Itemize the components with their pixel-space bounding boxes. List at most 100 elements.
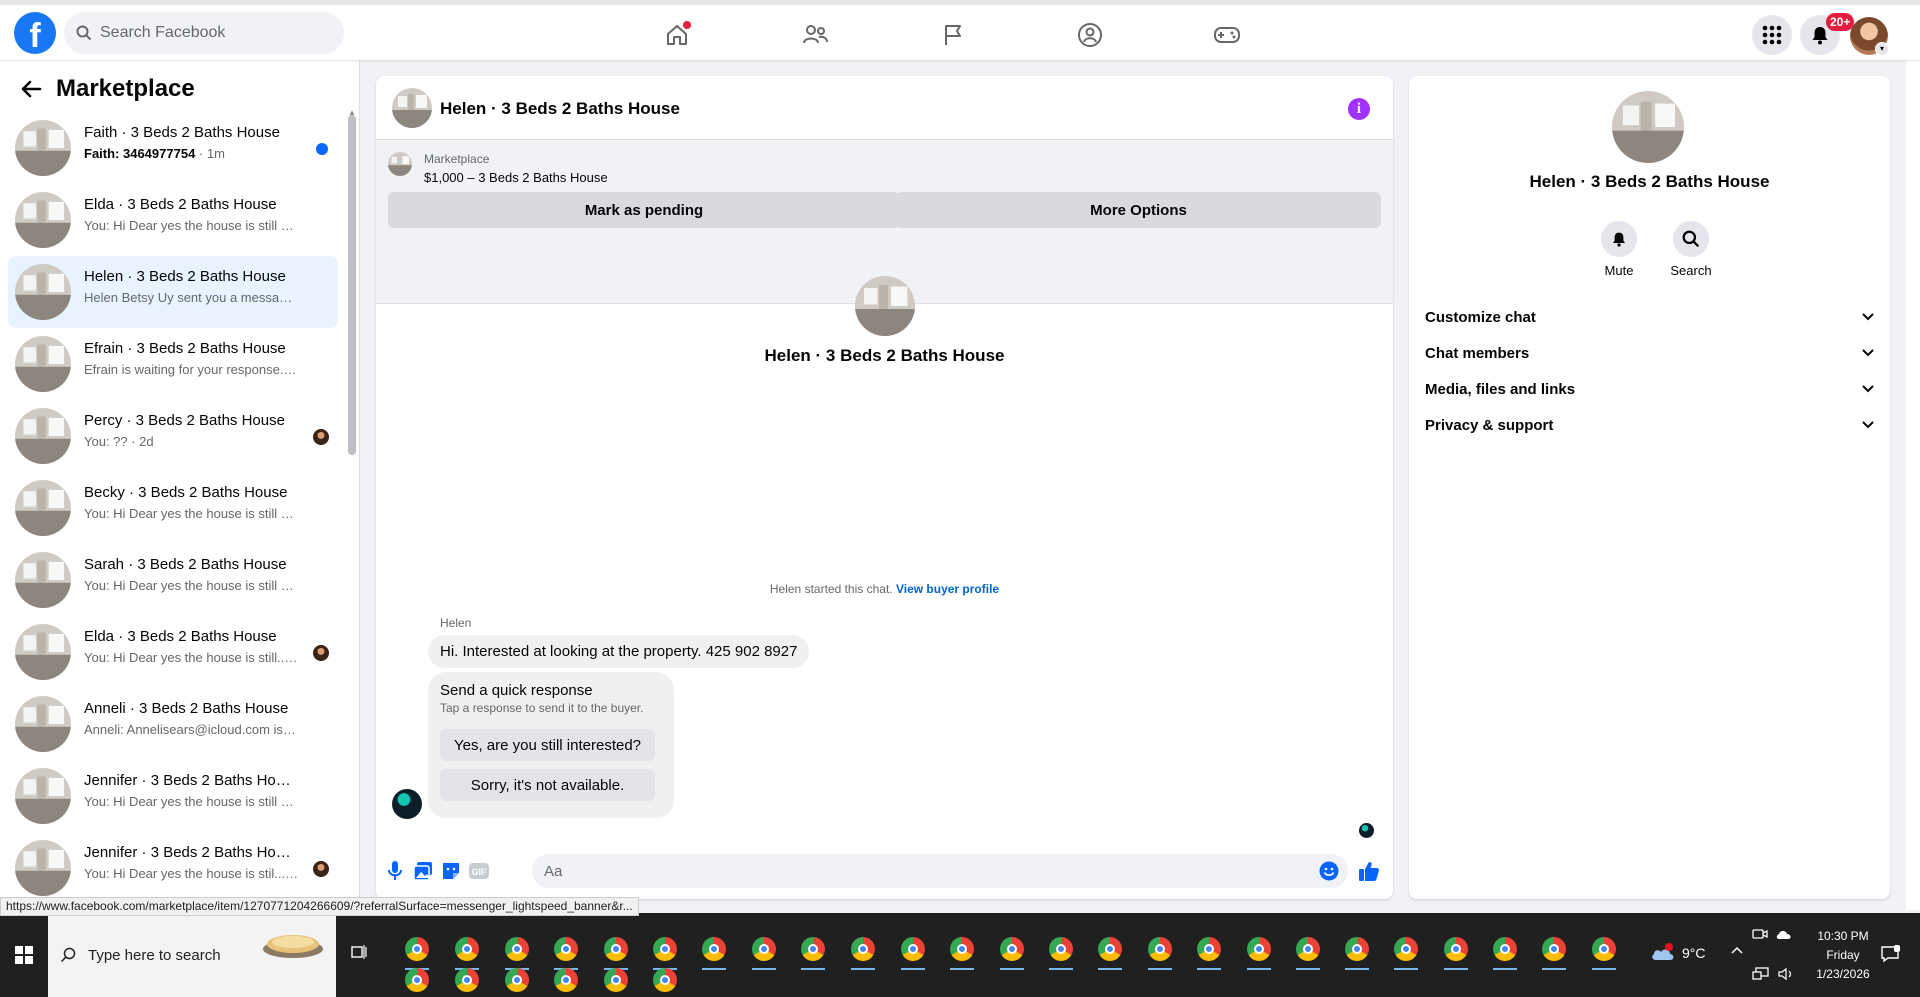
friends-tab[interactable] (785, 15, 845, 55)
customize-chat-section[interactable]: Customize chat (1425, 299, 1875, 335)
running-indicator (950, 968, 974, 970)
conversation-item[interactable]: Efrain · 3 Beds 2 Baths House Efrain is w… (8, 328, 338, 400)
task-view-icon[interactable] (350, 943, 368, 961)
conversation-item[interactable]: Sarah · 3 Beds 2 Baths House You: Hi Dear… (8, 544, 338, 616)
chrome-taskbar-icon[interactable] (505, 968, 529, 992)
chrome-taskbar-icon[interactable] (1542, 937, 1566, 961)
chrome-taskbar-icon[interactable] (1394, 937, 1418, 961)
conversation-item[interactable]: Elda · 3 Beds 2 Baths House You: Hi Dear … (8, 184, 338, 256)
quick-reply-still-interested[interactable]: Yes, are you still interested? (440, 729, 655, 761)
conversation-name: Percy · 3 Beds 2 Baths House (84, 412, 285, 429)
groups-tab[interactable] (1060, 15, 1120, 55)
chrome-taskbar-icon[interactable] (1098, 937, 1122, 961)
info-avatar[interactable] (1612, 91, 1684, 163)
network-icon[interactable] (1752, 967, 1770, 981)
chrome-taskbar-icon[interactable] (1296, 937, 1320, 961)
running-indicator (1247, 968, 1271, 970)
chrome-taskbar-icon[interactable] (455, 937, 479, 961)
chrome-taskbar-icon[interactable] (405, 968, 429, 992)
menu-button[interactable] (1752, 15, 1792, 55)
chrome-taskbar-icon[interactable] (1444, 937, 1468, 961)
page-scrollbar[interactable] (1906, 60, 1920, 910)
message-input[interactable] (532, 854, 1348, 888)
gif-icon[interactable]: GIF (468, 860, 490, 882)
chrome-taskbar-icon[interactable] (1493, 937, 1517, 961)
view-buyer-profile-link[interactable]: View buyer profile (896, 582, 999, 596)
clock-day: Friday (1826, 948, 1860, 962)
action-center-icon[interactable] (1880, 945, 1900, 963)
conversation-name: Efrain · 3 Beds 2 Baths House (84, 340, 286, 357)
chrome-taskbar-icon[interactable] (801, 937, 825, 961)
conversation-item[interactable]: Percy · 3 Beds 2 Baths House You: ?? · 2d (8, 400, 338, 472)
chrome-taskbar-icon[interactable] (455, 968, 479, 992)
conversation-thumbnail (15, 552, 71, 608)
chrome-taskbar-icon[interactable] (1592, 937, 1616, 961)
listing-thumbnail[interactable] (388, 152, 412, 176)
message-bubble[interactable]: Hi. Interested at looking at the propert… (428, 635, 810, 668)
chrome-taskbar-icon[interactable] (554, 937, 578, 961)
meet-now-icon[interactable] (1752, 927, 1768, 941)
chevron-down-icon[interactable]: ▾ (1875, 42, 1889, 56)
chrome-taskbar-icon[interactable] (1148, 937, 1172, 961)
chrome-taskbar-icon[interactable] (851, 937, 875, 961)
chrome-taskbar-icon[interactable] (604, 968, 628, 992)
facebook-logo[interactable]: f (14, 12, 56, 54)
conversation-item[interactable]: Elda · 3 Beds 2 Baths House You: Hi Dear … (8, 616, 338, 688)
facebook-search-input[interactable]: Search Facebook (64, 12, 344, 54)
conversation-item[interactable]: Helen · 3 Beds 2 Baths House Helen Betsy … (8, 256, 338, 328)
sticker-icon[interactable] (440, 860, 462, 882)
microphone-icon[interactable] (384, 860, 406, 882)
conversation-item[interactable]: Jennifer · 3 Beds 2 Baths House You: Hi D… (8, 760, 338, 832)
onedrive-icon[interactable] (1775, 927, 1793, 941)
chrome-taskbar-icon[interactable] (1049, 937, 1073, 961)
pages-tab[interactable] (923, 15, 983, 55)
chat-members-section[interactable]: Chat members (1425, 335, 1875, 371)
chrome-taskbar-icon[interactable] (653, 937, 677, 961)
conversation-item[interactable]: Jennifer · 3 Beds 2 Baths House You: Hi D… (8, 832, 338, 904)
emoji-icon[interactable] (1318, 860, 1340, 882)
conversation-item[interactable]: Faith · 3 Beds 2 Baths House Faith: 34649… (8, 112, 338, 184)
windows-taskbar: Type here to search 9°C 10:30 PM Friday … (0, 913, 1920, 997)
sender-avatar[interactable] (392, 789, 422, 819)
conversation-list-scrollbar[interactable] (348, 115, 356, 455)
chrome-taskbar-icon[interactable] (505, 937, 529, 961)
search-icon (76, 25, 92, 41)
volume-icon[interactable] (1777, 967, 1795, 981)
chrome-taskbar-icon[interactable] (405, 937, 429, 961)
start-button[interactable] (0, 913, 48, 997)
chrome-taskbar-icon[interactable] (752, 937, 776, 961)
thumbs-up-icon[interactable] (1358, 860, 1380, 882)
conversation-item[interactable]: Becky · 3 Beds 2 Baths House You: Hi Dear… (8, 472, 338, 544)
conversation-preview: You: ?? · 2d (84, 434, 154, 449)
chrome-taskbar-icon[interactable] (1247, 937, 1271, 961)
media-files-links-section[interactable]: Media, files and links (1425, 371, 1875, 407)
chrome-taskbar-icon[interactable] (653, 968, 677, 992)
privacy-support-section[interactable]: Privacy & support (1425, 407, 1875, 443)
chrome-taskbar-icon[interactable] (1197, 937, 1221, 961)
chevron-up-icon[interactable] (1730, 945, 1744, 955)
info-icon[interactable]: i (1348, 98, 1370, 120)
back-arrow-icon[interactable] (20, 78, 42, 100)
mute-button[interactable]: Mute (1589, 221, 1649, 278)
mark-as-pending-button[interactable]: Mark as pending (388, 192, 900, 228)
chrome-taskbar-icon[interactable] (1000, 937, 1024, 961)
chrome-taskbar-icon[interactable] (1345, 937, 1369, 961)
conversation-preview: You: Hi Dear yes the house is stil... 2w (84, 866, 299, 881)
home-tab[interactable] (647, 15, 707, 55)
chat-title[interactable]: Helen · 3 Beds 2 Baths House (440, 99, 680, 119)
conversation-item[interactable]: Anneli · 3 Beds 2 Baths House Anneli: Ann… (8, 688, 338, 760)
house-thumbnail[interactable] (392, 88, 432, 128)
more-options-button[interactable]: More Options (896, 192, 1381, 228)
chrome-taskbar-icon[interactable] (604, 937, 628, 961)
quick-reply-not-available[interactable]: Sorry, it's not available. (440, 769, 655, 801)
chrome-taskbar-icon[interactable] (950, 937, 974, 961)
search-in-chat-button[interactable]: Search (1661, 221, 1721, 278)
listing-title[interactable]: $1,000 – 3 Beds 2 Baths House (424, 170, 608, 185)
taskbar-clock[interactable]: 10:30 PM Friday 1/23/2026 (1808, 927, 1878, 984)
weather-widget[interactable]: 9°C (1650, 943, 1706, 963)
chrome-taskbar-icon[interactable] (554, 968, 578, 992)
photo-icon[interactable] (412, 860, 434, 882)
gaming-tab[interactable] (1197, 15, 1257, 55)
chrome-taskbar-icon[interactable] (702, 937, 726, 961)
chrome-taskbar-icon[interactable] (901, 937, 925, 961)
